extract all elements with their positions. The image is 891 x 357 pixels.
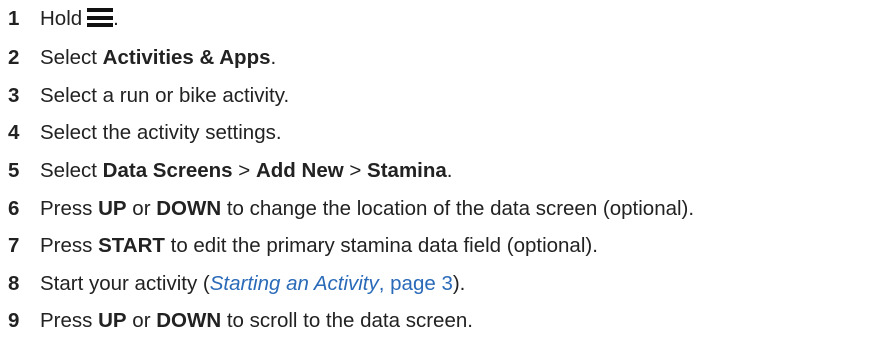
step-text-part: to change the location of the data scree… <box>221 197 695 220</box>
step-8: 8 Start your activity (Starting an Activ… <box>0 267 465 301</box>
menu-item-data-screens: Data Screens <box>102 159 233 182</box>
step-number: 3 <box>8 84 20 107</box>
step-text-part: to edit the primary stamina data field (… <box>164 234 598 257</box>
step-text-part: ). <box>452 272 466 295</box>
step-number: 7 <box>8 234 20 257</box>
step-text: Hold. <box>40 7 119 31</box>
step-text-part: Press <box>40 309 99 332</box>
step-number: 5 <box>8 159 20 182</box>
button-name-up: UP <box>98 197 127 220</box>
step-text-part: or <box>126 309 157 332</box>
step-text: Select Data Screens > Add New > Stamina. <box>40 159 453 183</box>
step-text-part: Hold <box>40 7 83 30</box>
step-text-part: . <box>270 46 277 69</box>
step-text-part: Press <box>40 234 99 257</box>
step-text-part: . <box>446 159 453 182</box>
button-name-start: START <box>98 234 165 257</box>
step-text-part: . <box>113 7 119 30</box>
step-text: Select a run or bike activity. <box>40 84 290 107</box>
path-separator: > <box>232 159 256 182</box>
step-number: 1 <box>8 7 20 30</box>
step-text-part: Press <box>40 197 99 220</box>
step-number: 2 <box>8 46 20 69</box>
step-text-part: or <box>126 197 157 220</box>
step-text: Select the activity settings. <box>40 121 282 144</box>
step-1: 1 Hold. <box>0 2 119 36</box>
step-number: 6 <box>8 197 20 220</box>
step-text-part: Select <box>40 46 103 69</box>
button-name-down: DOWN <box>156 197 222 220</box>
menu-item-stamina: Stamina <box>367 159 447 182</box>
instruction-steps: 1 Hold. 2 Select Activities & Apps. 3 Se… <box>0 0 891 357</box>
step-text-part: Select <box>40 159 103 182</box>
step-4: 4 Select the activity settings. <box>0 116 282 150</box>
step-6: 6 Press UP or DOWN to change the locatio… <box>0 192 694 226</box>
step-number: 8 <box>8 272 20 295</box>
step-number: 4 <box>8 121 20 144</box>
path-separator: > <box>343 159 368 182</box>
menu-item-activities-apps: Activities & Apps <box>102 46 271 69</box>
starting-an-activity-link[interactable]: Starting an Activity, page 3 <box>210 272 453 295</box>
step-text: Press START to edit the primary stamina … <box>40 234 598 258</box>
button-name-up: UP <box>98 309 127 332</box>
step-9: 9 Press UP or DOWN to scroll to the data… <box>0 304 473 338</box>
step-text-part: to scroll to the data screen. <box>221 309 473 332</box>
step-text: Select Activities & Apps. <box>40 46 276 70</box>
menu-icon <box>87 8 114 27</box>
menu-item-add-new: Add New <box>255 159 344 182</box>
step-2: 2 Select Activities & Apps. <box>0 41 276 75</box>
step-number: 9 <box>8 309 20 332</box>
step-text: Press UP or DOWN to change the location … <box>40 197 694 221</box>
step-5: 5 Select Data Screens > Add New > Stamin… <box>0 154 453 188</box>
step-7: 7 Press START to edit the primary stamin… <box>0 229 598 263</box>
step-text: Start your activity (Starting an Activit… <box>40 272 465 296</box>
step-text: Press UP or DOWN to scroll to the data s… <box>40 309 473 333</box>
step-text-part: Start your activity ( <box>40 272 210 295</box>
step-3: 3 Select a run or bike activity. <box>0 79 289 113</box>
button-name-down: DOWN <box>156 309 222 332</box>
link-title[interactable]: Starting an Activity <box>210 272 379 295</box>
link-page[interactable]: , page 3 <box>379 272 453 295</box>
